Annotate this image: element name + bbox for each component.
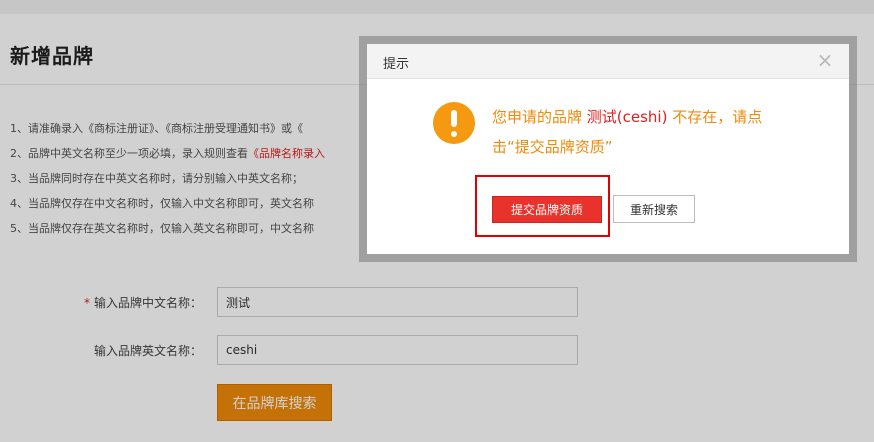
close-icon[interactable]: × xyxy=(815,50,835,70)
exclamation-circle-icon xyxy=(433,102,475,144)
prompt-dialog: 提示 × 您申请的品牌 测试(ceshi) 不存在，请点击“提交品牌资质” 提交… xyxy=(367,44,849,254)
dialog-header: 提示 × xyxy=(367,44,849,79)
dialog-message: 您申请的品牌 测试(ceshi) 不存在，请点击“提交品牌资质” xyxy=(492,102,792,162)
research-button[interactable]: 重新搜索 xyxy=(613,195,695,223)
submit-brand-qualification-button[interactable]: 提交品牌资质 xyxy=(492,196,602,223)
message-prefix: 您申请的品牌 xyxy=(492,108,587,126)
brand-name-highlight: 测试(ceshi) xyxy=(586,108,668,126)
dialog-title: 提示 xyxy=(383,57,410,72)
